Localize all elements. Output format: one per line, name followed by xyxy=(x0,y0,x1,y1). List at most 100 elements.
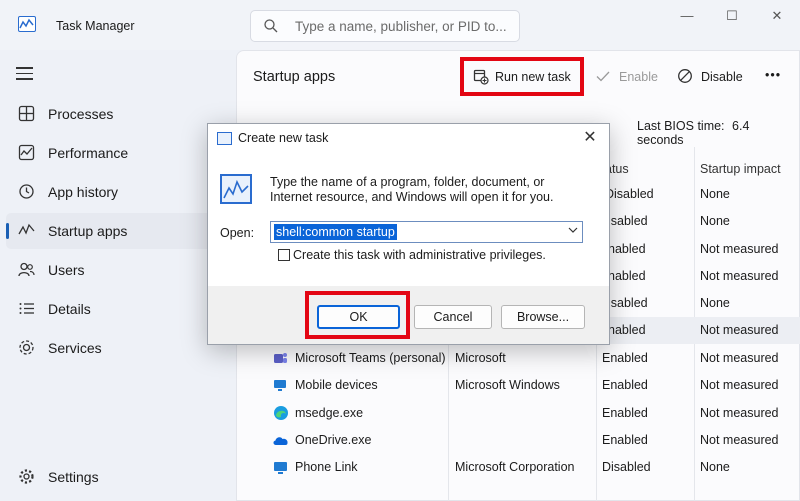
sidebar-item-startup-apps[interactable]: Startup apps xyxy=(6,213,234,249)
edge-icon xyxy=(273,405,289,424)
services-icon xyxy=(18,339,35,356)
dialog-message: Type the name of a program, folder, docu… xyxy=(270,175,554,204)
table-row[interactable]: Phone Link Microsoft Corporation Disable… xyxy=(237,454,800,481)
task-manager-icon xyxy=(18,16,36,32)
disable-button[interactable]: Disable xyxy=(677,67,747,91)
close-window-button[interactable]: ✕ xyxy=(754,5,800,27)
maximize-button[interactable]: ☐ xyxy=(709,5,755,27)
create-new-task-dialog: Create new task ✕ Type the name of a pro… xyxy=(207,123,610,345)
sidebar-item-label: Startup apps xyxy=(48,223,128,239)
name-cell: Microsoft Teams (personal) xyxy=(295,351,446,365)
impact-cell: None xyxy=(700,187,730,201)
sidebar-item-app-history[interactable]: App history xyxy=(6,174,234,210)
name-cell: OneDrive.exe xyxy=(295,433,372,447)
app-title: Task Manager xyxy=(56,19,135,33)
sidebar-item-label: Users xyxy=(48,262,85,278)
open-combobox[interactable]: shell:common startup xyxy=(270,221,583,243)
startup-icon xyxy=(18,222,35,239)
status-cell: Enabled xyxy=(602,351,648,365)
column-header-startup-impact[interactable]: Startup impact xyxy=(700,162,781,176)
check-icon xyxy=(595,68,611,87)
settings-label: Settings xyxy=(48,469,99,485)
table-row[interactable]: msedge.exe Enabled Not measured xyxy=(237,400,800,427)
table-row[interactable]: Microsoft Teams (personal) Microsoft Ena… xyxy=(237,345,800,372)
performance-icon xyxy=(18,144,35,161)
admin-privileges-label[interactable]: Create this task with administrative pri… xyxy=(293,248,546,262)
name-cell: Mobile devices xyxy=(295,378,378,392)
publisher-cell: Microsoft Corporation xyxy=(455,460,575,474)
run-dialog-icon xyxy=(220,174,252,204)
enable-button[interactable]: Enable xyxy=(595,67,665,91)
enable-label: Enable xyxy=(619,70,658,84)
sidebar-item-label: Processes xyxy=(48,106,114,122)
status-cell: Enabled xyxy=(602,406,648,420)
name-cell: msedge.exe xyxy=(295,406,364,420)
impact-cell: Not measured xyxy=(700,269,779,283)
open-label: Open: xyxy=(220,226,255,240)
chevron-down-icon[interactable] xyxy=(568,225,578,238)
processes-icon xyxy=(18,105,35,122)
sidebar-item-label: Services xyxy=(48,340,102,356)
minimize-button[interactable]: — xyxy=(664,5,710,27)
status-cell: isabled xyxy=(608,214,648,228)
status-cell: nabled xyxy=(608,242,646,256)
table-row[interactable]: OneDrive.exe Enabled Not measured xyxy=(237,427,800,454)
impact-cell: Not measured xyxy=(700,351,779,365)
sidebar-item-settings[interactable]: Settings xyxy=(6,459,234,495)
dialog-title-icon xyxy=(217,132,232,145)
onedrive-icon xyxy=(272,434,289,449)
cancel-button[interactable]: Cancel xyxy=(414,305,492,329)
run-new-task-highlight xyxy=(460,57,584,96)
gear-icon xyxy=(18,468,35,485)
browse-button[interactable]: Browse... xyxy=(501,305,585,329)
publisher-cell: Microsoft Windows xyxy=(455,378,560,392)
sidebar-item-processes[interactable]: Processes xyxy=(6,96,234,132)
search-icon xyxy=(263,18,279,37)
sidebar-item-label: Details xyxy=(48,301,91,317)
status-cell: Disabled xyxy=(605,187,654,201)
impact-cell: Not measured xyxy=(700,406,779,420)
search-placeholder: Type a name, publisher, or PID to... xyxy=(295,19,507,34)
title-bar: Task Manager Type a name, publisher, or … xyxy=(0,0,800,50)
impact-cell: Not measured xyxy=(700,242,779,256)
sidebar-item-details[interactable]: Details xyxy=(6,291,234,327)
impact-cell: None xyxy=(700,214,730,228)
impact-cell: Not measured xyxy=(700,433,779,447)
history-icon xyxy=(18,183,35,200)
table-row[interactable]: Mobile devices Microsoft Windows Enabled… xyxy=(237,372,800,399)
details-icon xyxy=(18,300,35,317)
status-cell: nabled xyxy=(608,269,646,283)
menu-icon[interactable] xyxy=(16,67,33,84)
ok-button-highlight xyxy=(305,291,410,339)
search-input[interactable]: Type a name, publisher, or PID to... xyxy=(250,10,520,42)
sidebar-item-label: Performance xyxy=(48,145,129,161)
teams-icon xyxy=(273,351,288,369)
dialog-title: Create new task xyxy=(238,131,329,145)
page-title: Startup apps xyxy=(253,69,336,85)
sidebar-item-services[interactable]: Services xyxy=(6,330,234,366)
sidebar-item-users[interactable]: Users xyxy=(6,252,234,288)
sidebar-item-performance[interactable]: Performance xyxy=(6,135,234,171)
sidebar: Processes Performance App history Startu… xyxy=(0,50,236,501)
disable-label: Disable xyxy=(701,70,743,84)
impact-cell: None xyxy=(700,460,730,474)
status-cell: nabled xyxy=(608,323,646,337)
impact-cell: None xyxy=(700,296,730,310)
bios-label: Last BIOS time: xyxy=(637,119,725,133)
publisher-cell: Microsoft xyxy=(455,351,506,365)
dialog-close-button[interactable]: ✕ xyxy=(579,127,601,147)
more-options-button[interactable]: ••• xyxy=(765,67,787,91)
sidebar-item-label: App history xyxy=(48,184,119,200)
bios-time: Last BIOS time: 6.4 seconds xyxy=(637,119,799,147)
status-cell: isabled xyxy=(608,296,648,310)
more-icon: ••• xyxy=(765,68,782,82)
admin-privileges-checkbox[interactable] xyxy=(278,249,290,261)
phone-link-icon xyxy=(273,460,288,478)
status-cell: Enabled xyxy=(602,433,648,447)
impact-cell: Not measured xyxy=(700,323,779,337)
status-cell: Disabled xyxy=(602,460,651,474)
open-input-value[interactable]: shell:common startup xyxy=(274,224,397,240)
name-cell: Phone Link xyxy=(295,460,358,474)
mobile-devices-icon xyxy=(273,378,288,396)
block-icon xyxy=(677,68,693,87)
